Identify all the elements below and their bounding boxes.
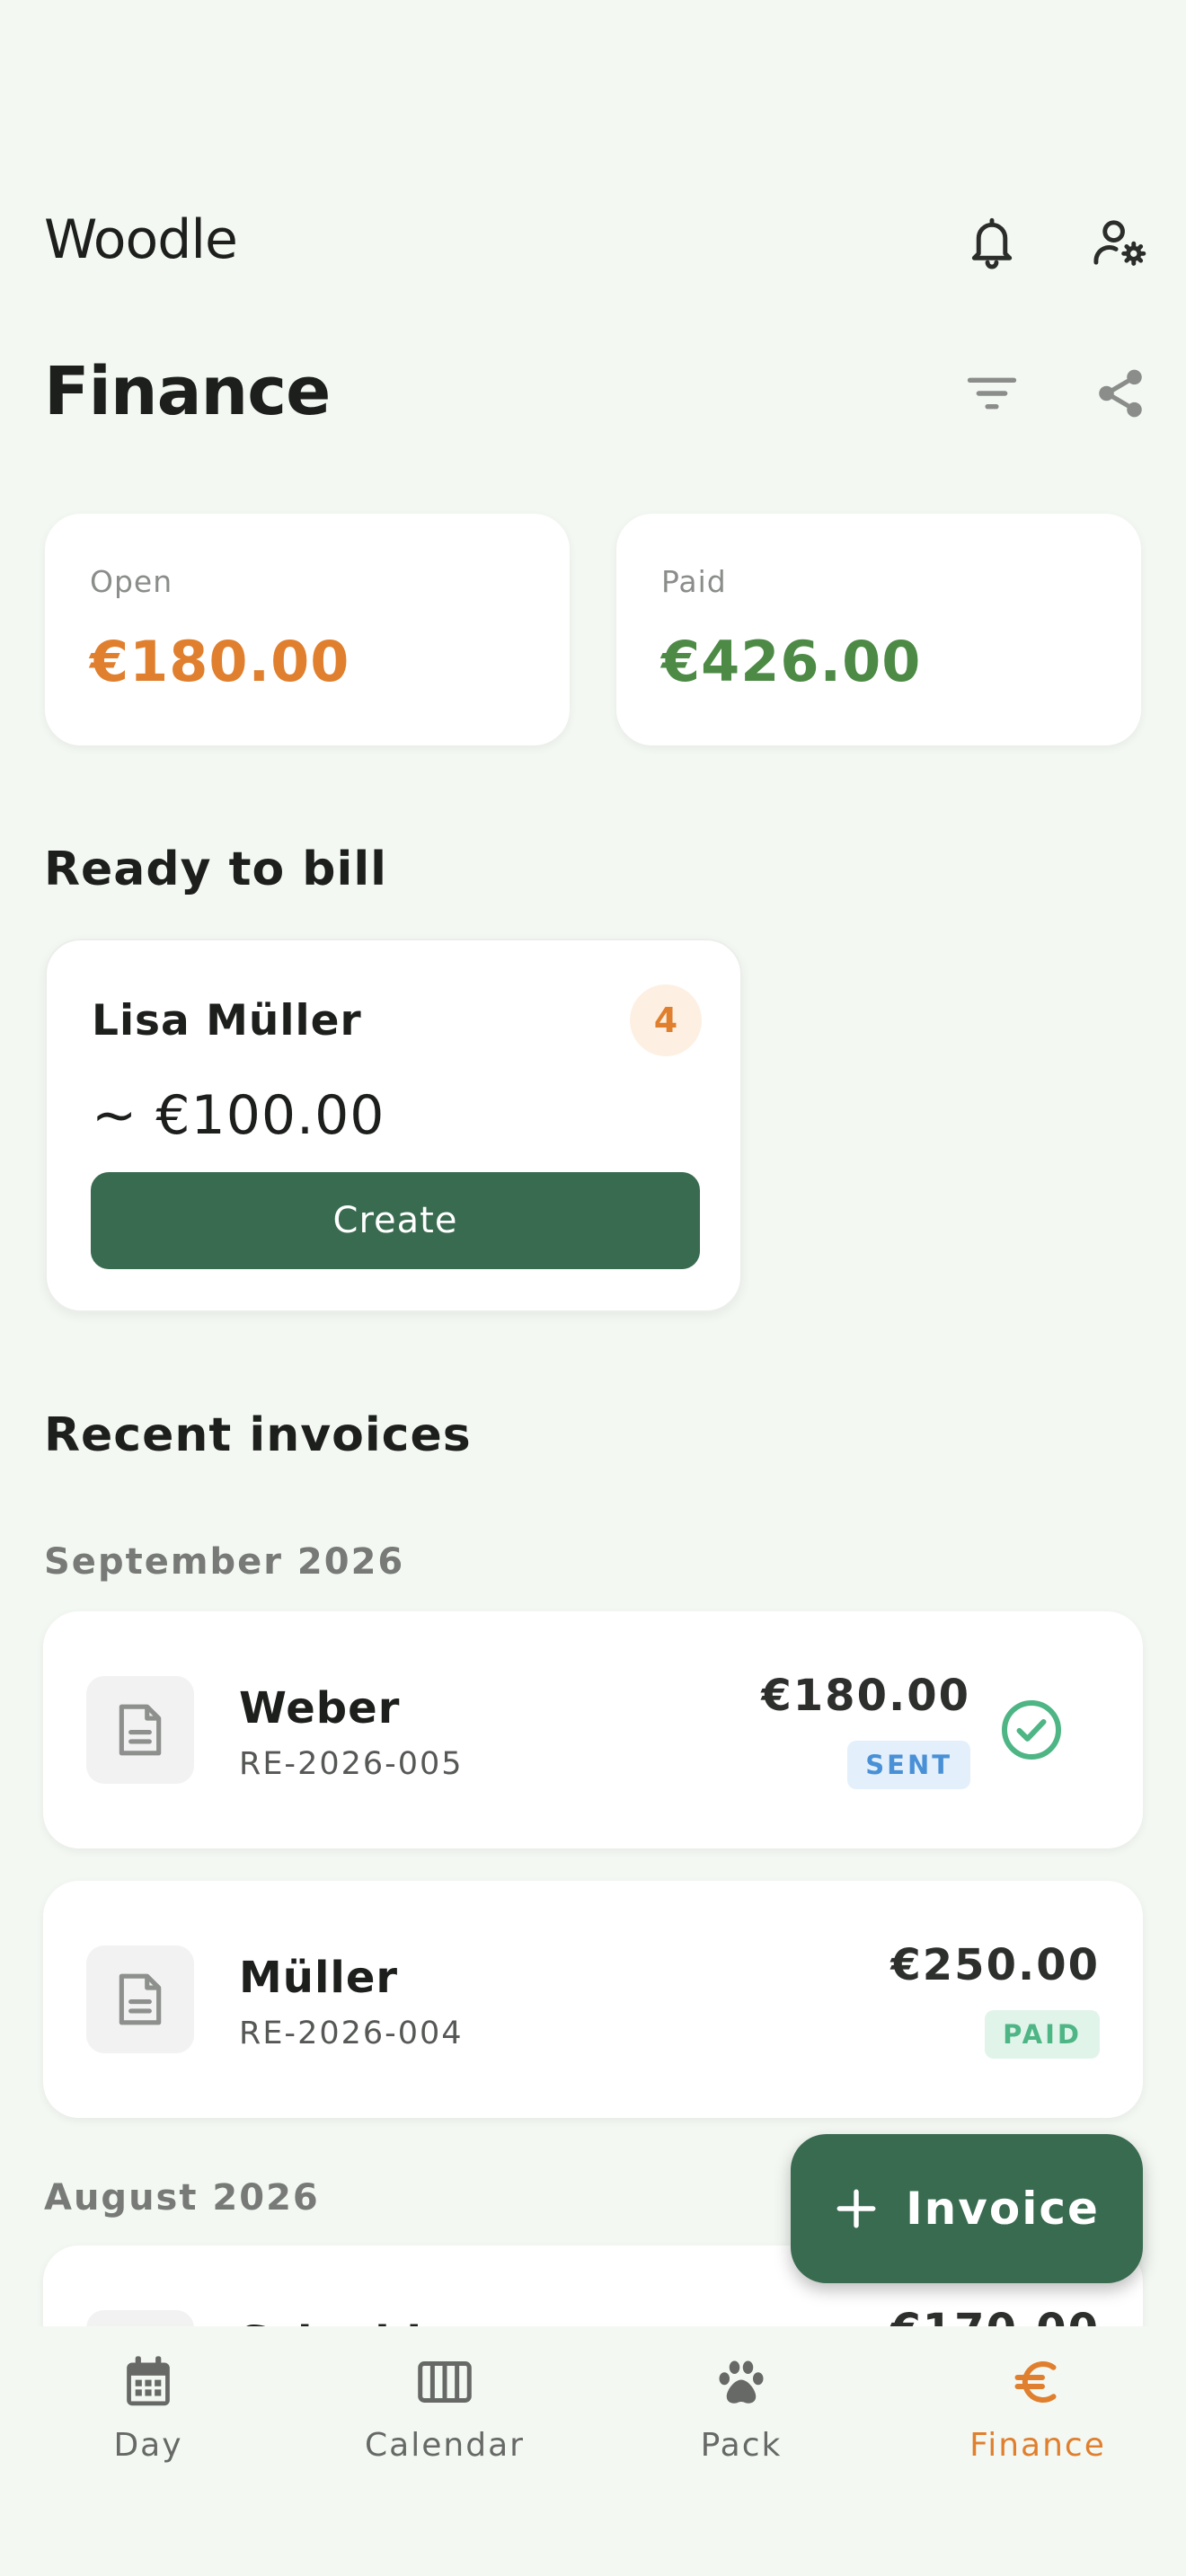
bell-icon bbox=[971, 217, 1013, 269]
ready-to-bill-card[interactable]: Lisa Müller 4 ~ €100.00 Create bbox=[45, 939, 742, 1312]
filter-button[interactable] bbox=[951, 353, 1032, 434]
paid-amount: €426.00 bbox=[661, 629, 922, 694]
open-label: Open bbox=[90, 564, 173, 599]
nav-label: Day bbox=[113, 2427, 183, 2464]
client-name: Lisa Müller bbox=[92, 996, 362, 1045]
check-circle-icon[interactable] bbox=[999, 1698, 1064, 1762]
paid-summary-card[interactable]: Paid €426.00 bbox=[616, 514, 1141, 745]
status-badge: SENT bbox=[847, 1741, 970, 1789]
calendar-week-icon bbox=[418, 2361, 472, 2403]
share-icon bbox=[1099, 369, 1142, 418]
user-settings-icon bbox=[1093, 220, 1146, 266]
open-amount: €180.00 bbox=[90, 629, 350, 694]
ready-to-bill-heading: Ready to bill bbox=[44, 842, 388, 896]
nav-calendar[interactable]: Calendar bbox=[296, 2346, 593, 2490]
create-invoice-button[interactable]: Create bbox=[91, 1172, 700, 1269]
status-badge: PAID bbox=[985, 2010, 1100, 2059]
notifications-button[interactable] bbox=[951, 202, 1032, 283]
calendar-day-icon bbox=[127, 2356, 170, 2406]
paid-label: Paid bbox=[661, 564, 727, 599]
invoice-row[interactable]: Weber RE-2026-005 €180.00 SENT bbox=[43, 1611, 1143, 1848]
month-header: September 2026 bbox=[44, 1541, 405, 1583]
recent-invoices-heading: Recent invoices bbox=[44, 1408, 472, 1462]
invoice-tile bbox=[86, 1676, 194, 1784]
account-settings-button[interactable] bbox=[1080, 202, 1161, 283]
invoice-tile bbox=[86, 1945, 194, 2053]
plus-icon bbox=[836, 2189, 876, 2228]
document-icon bbox=[119, 1973, 162, 2025]
nav-day[interactable]: Day bbox=[0, 2346, 296, 2490]
nav-label: Calendar bbox=[365, 2427, 525, 2464]
estimated-amount: ~ €100.00 bbox=[92, 1084, 385, 1147]
euro-icon bbox=[1014, 2361, 1057, 2403]
invoice-number: RE-2026-005 bbox=[239, 1746, 464, 1782]
invoice-client: Müller bbox=[239, 1953, 399, 2003]
paw-icon bbox=[719, 2360, 764, 2404]
fab-label: Invoice bbox=[906, 2183, 1100, 2235]
nav-label: Pack bbox=[700, 2427, 783, 2464]
open-summary-card[interactable]: Open €180.00 bbox=[45, 514, 570, 745]
invoice-number: RE-2026-004 bbox=[239, 2016, 464, 2051]
app-title: Woodle bbox=[44, 208, 238, 271]
invoice-row[interactable]: Müller RE-2026-004 €250.00 PAID bbox=[43, 1881, 1143, 2118]
invoice-amount: €250.00 bbox=[890, 1940, 1100, 1990]
invoice-amount: €180.00 bbox=[761, 1671, 970, 1721]
filter-icon bbox=[967, 377, 1017, 410]
bottom-navigation: Day Calendar Pack Finance bbox=[0, 2326, 1186, 2576]
unbilled-count-badge: 4 bbox=[630, 984, 702, 1056]
invoice-client: Weber bbox=[239, 1683, 401, 1734]
nav-finance[interactable]: Finance bbox=[890, 2346, 1186, 2490]
nav-pack[interactable]: Pack bbox=[593, 2346, 890, 2490]
month-header: August 2026 bbox=[44, 2177, 320, 2219]
page-title: Finance bbox=[44, 353, 331, 430]
new-invoice-fab[interactable]: Invoice bbox=[791, 2134, 1143, 2283]
share-button[interactable] bbox=[1080, 353, 1161, 434]
document-icon bbox=[119, 1704, 162, 1756]
nav-label: Finance bbox=[969, 2427, 1106, 2464]
